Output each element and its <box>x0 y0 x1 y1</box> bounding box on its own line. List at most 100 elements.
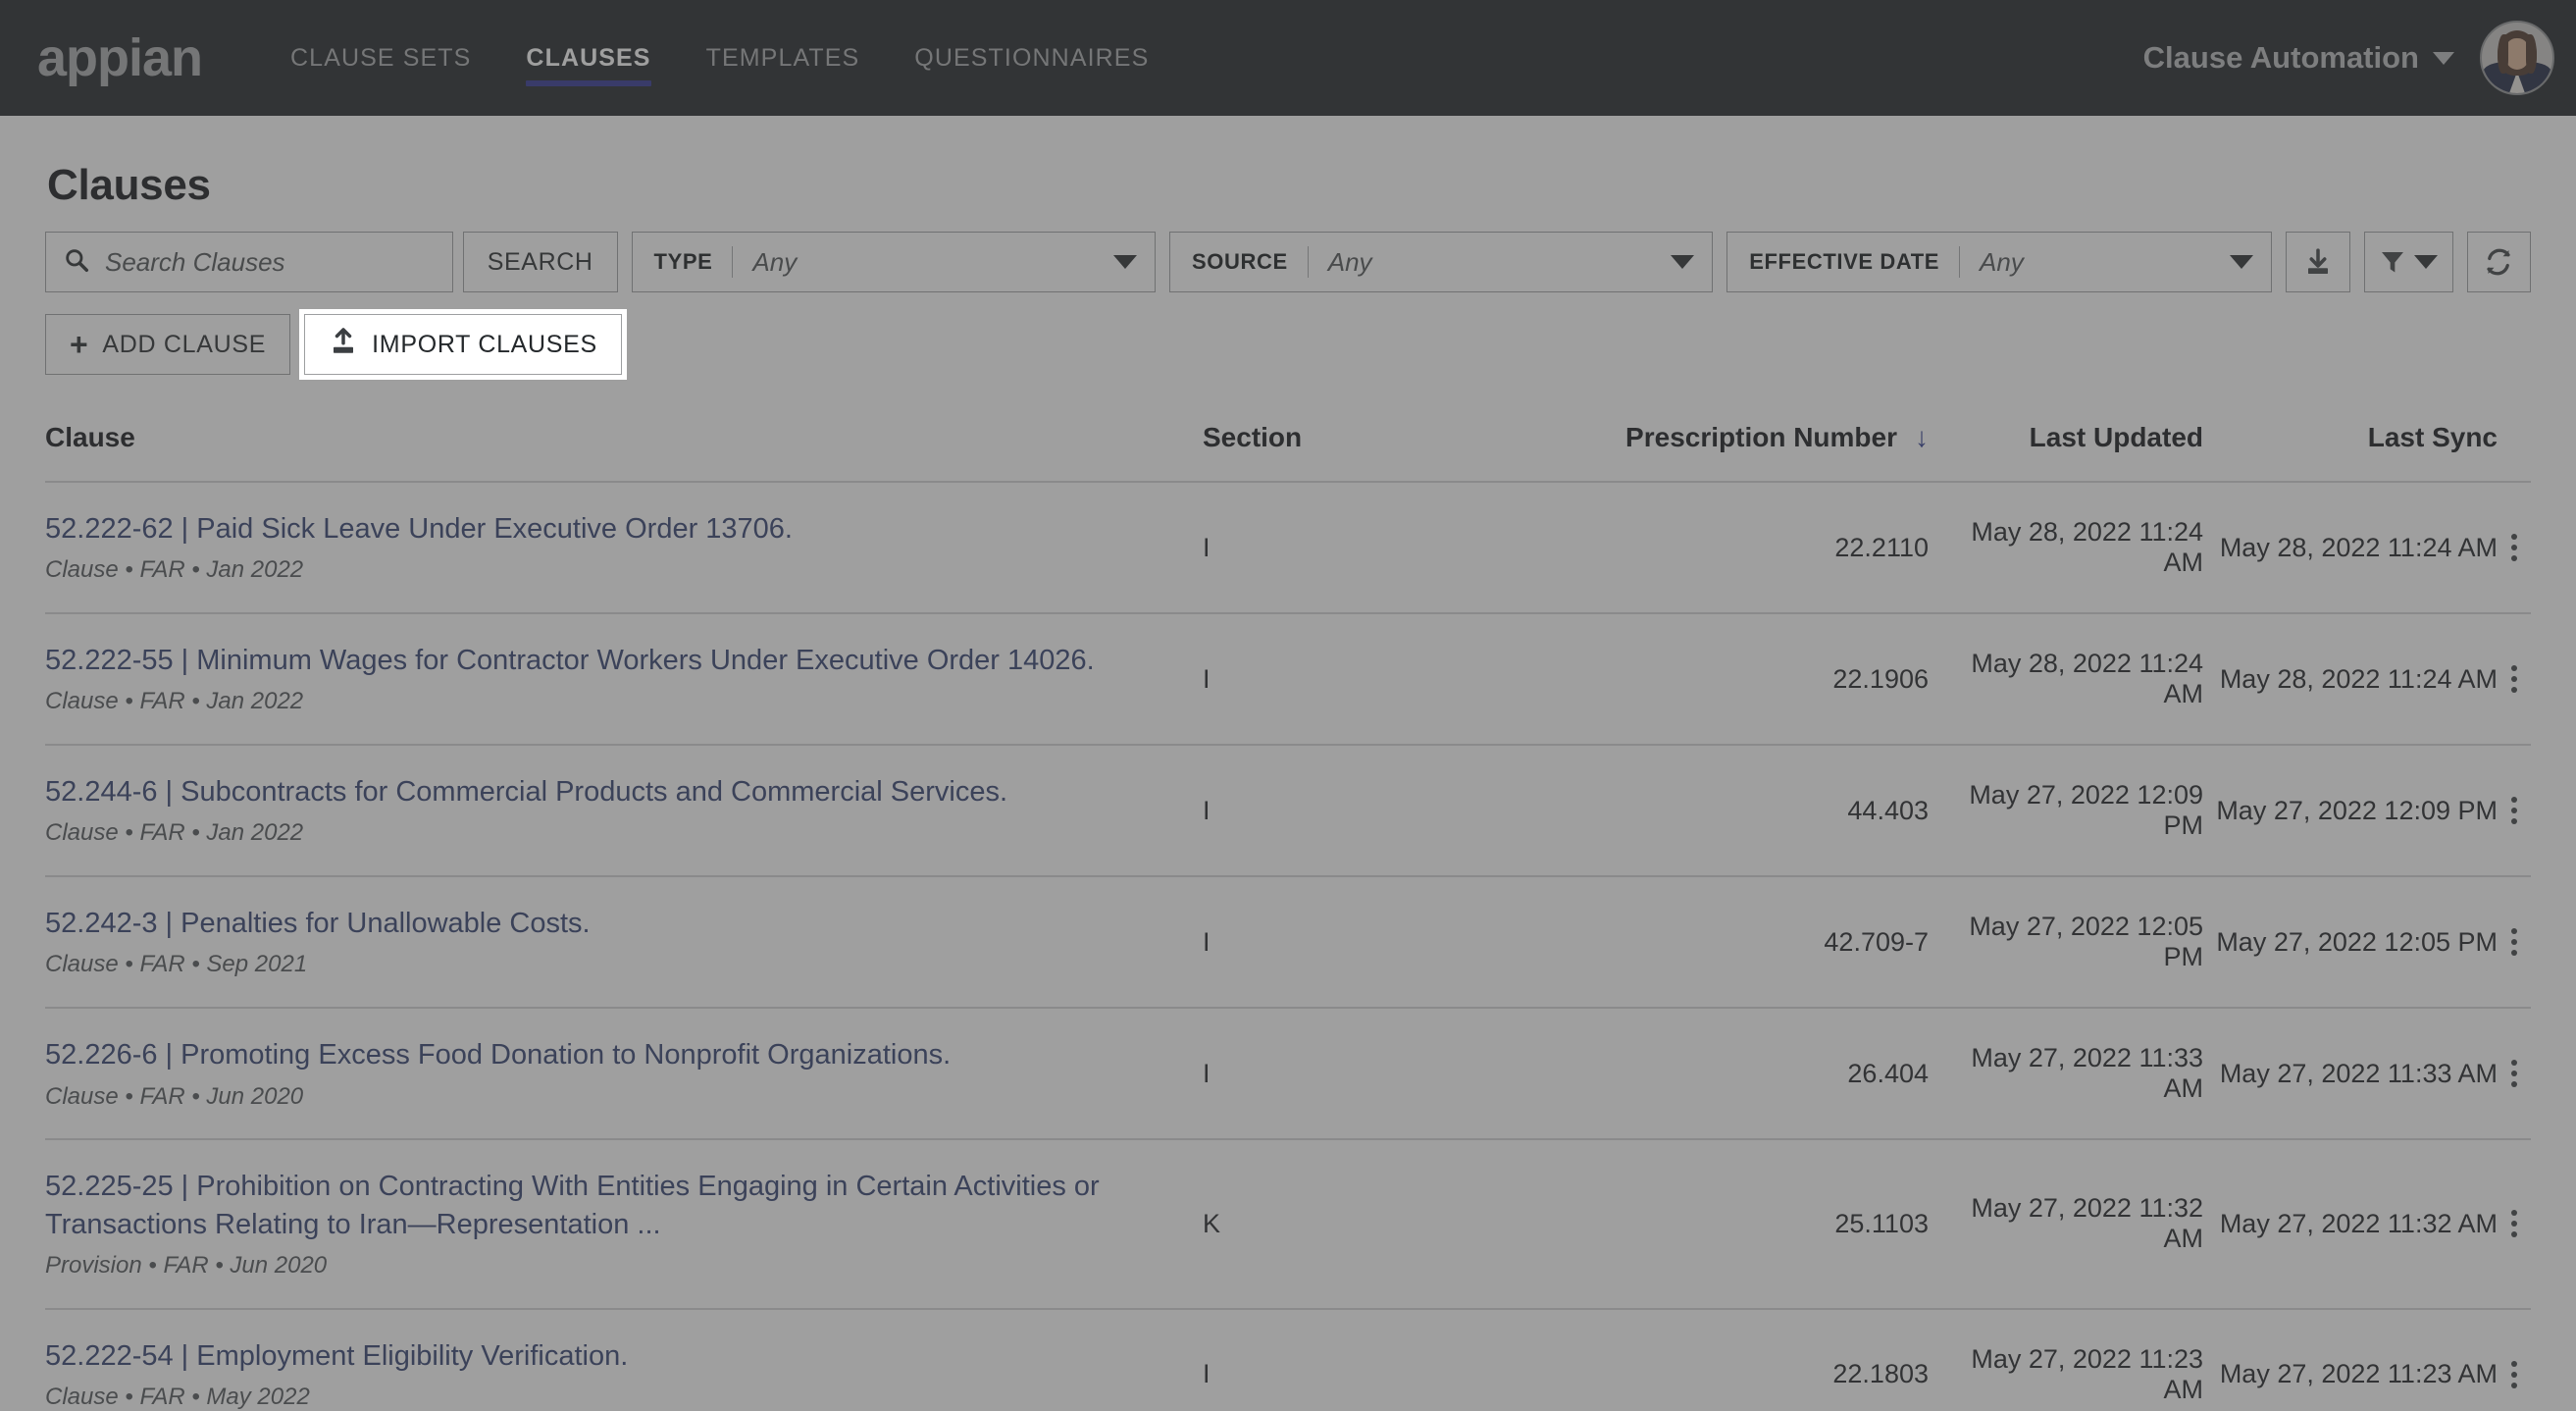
clause-title-link[interactable]: 52.222-55 | Minimum Wages for Contractor… <box>45 642 1203 679</box>
cell-actions <box>2498 482 2531 615</box>
cell-section: I <box>1203 1308 1517 1411</box>
cell-actions <box>2498 876 2531 1010</box>
filter-bar: SEARCH TYPE Any SOURCE Any <box>45 232 2531 292</box>
main-content: Clauses SEARCH TYPE Any <box>0 161 2576 1411</box>
cell-prescription-number: 22.2110 <box>1517 482 1929 615</box>
column-header-last-sync[interactable]: Last Sync <box>2203 410 2498 483</box>
table-header-row: Clause Section Prescription Number ↓ Las… <box>45 410 2531 483</box>
column-header-section[interactable]: Section <box>1203 410 1517 483</box>
caret-down-icon <box>2230 255 2254 269</box>
source-filter-value: Any <box>1327 246 1372 277</box>
cell-section: I <box>1203 613 1517 747</box>
cell-last-sync: May 27, 2022 11:32 AM <box>2203 1139 2498 1310</box>
cell-clause: 52.222-54 | Employment Eligibility Verif… <box>45 1308 1203 1411</box>
clause-title-link[interactable]: 52.226-6 | Promoting Excess Food Donatio… <box>45 1036 1203 1073</box>
filter-button[interactable] <box>2363 232 2453 292</box>
kebab-menu-icon[interactable] <box>2498 1054 2531 1093</box>
table-body: 52.222-62 | Paid Sick Leave Under Execut… <box>45 482 2531 1411</box>
type-filter-dropdown[interactable]: TYPE Any <box>631 232 1156 292</box>
cell-last-sync: May 27, 2022 12:09 PM <box>2203 745 2498 878</box>
main-nav: CLAUSE SETS CLAUSES TEMPLATES QUESTIONNA… <box>263 0 1176 116</box>
cell-last-sync: May 27, 2022 11:33 AM <box>2203 1008 2498 1141</box>
cell-actions <box>2498 1008 2531 1141</box>
table-row[interactable]: 52.244-6 | Subcontracts for Commercial P… <box>45 745 2531 878</box>
cell-last-sync: May 27, 2022 11:23 AM <box>2203 1308 2498 1411</box>
cell-prescription-number: 44.403 <box>1517 745 1929 878</box>
cell-section: I <box>1203 1008 1517 1141</box>
tenant-menu[interactable]: Clause Automation <box>2143 40 2454 76</box>
nav-item-clauses[interactable]: CLAUSES <box>498 0 678 116</box>
caret-down-icon <box>1113 255 1137 269</box>
search-field-wrapper[interactable] <box>45 232 453 292</box>
cell-section: I <box>1203 876 1517 1010</box>
kebab-menu-icon[interactable] <box>2498 659 2531 699</box>
source-filter-dropdown[interactable]: SOURCE Any <box>1169 232 1714 292</box>
refresh-button[interactable] <box>2466 232 2531 292</box>
kebab-menu-icon[interactable] <box>2498 1355 2531 1394</box>
refresh-icon <box>2484 247 2513 277</box>
kebab-menu-icon[interactable] <box>2498 1204 2531 1243</box>
divider <box>732 246 734 278</box>
app-window: appian CLAUSE SETS CLAUSES TEMPLATES QUE… <box>0 0 2576 1411</box>
type-filter-label: TYPE <box>653 249 713 274</box>
effective-date-filter-dropdown[interactable]: EFFECTIVE DATE Any <box>1726 232 2273 292</box>
arrow-down-icon: ↓ <box>1915 422 1929 452</box>
clause-meta: Clause • FAR • Jan 2022 <box>45 556 304 584</box>
search-button[interactable]: SEARCH <box>462 232 618 292</box>
nav-item-templates[interactable]: TEMPLATES <box>679 0 888 116</box>
column-header-clause[interactable]: Clause <box>45 410 1203 483</box>
cell-prescription-number: 42.709-7 <box>1517 876 1929 1010</box>
effective-date-filter-label: EFFECTIVE DATE <box>1749 249 1940 274</box>
clause-meta: Clause • FAR • May 2022 <box>45 1383 310 1410</box>
clause-meta: Clause • FAR • Jun 2020 <box>45 1082 304 1110</box>
search-input[interactable] <box>103 245 435 279</box>
cell-clause: 52.242-3 | Penalties for Unallowable Cos… <box>45 876 1203 1010</box>
kebab-menu-icon[interactable] <box>2498 528 2531 567</box>
clause-title-link[interactable]: 52.225-25 | Prohibition on Contracting W… <box>45 1168 1203 1243</box>
clause-title-link[interactable]: 52.242-3 | Penalties for Unallowable Cos… <box>45 905 1203 942</box>
cell-actions <box>2498 613 2531 747</box>
avatar[interactable] <box>2480 21 2554 95</box>
column-header-last-updated[interactable]: Last Updated <box>1929 410 2203 483</box>
plus-icon: + <box>70 327 89 362</box>
nav-item-questionnaires[interactable]: QUESTIONNAIRES <box>887 0 1176 116</box>
table-row[interactable]: 52.226-6 | Promoting Excess Food Donatio… <box>45 1008 2531 1141</box>
page-title: Clauses <box>47 161 211 209</box>
cell-prescription-number: 22.1906 <box>1517 613 1929 747</box>
column-header-actions <box>2498 410 2531 483</box>
table-row[interactable]: 52.222-55 | Minimum Wages for Contractor… <box>45 613 2531 747</box>
nav-item-clause-sets[interactable]: CLAUSE SETS <box>263 0 498 116</box>
avatar-hair-right-shape <box>2526 34 2537 74</box>
nav-item-clause-sets-label: CLAUSE SETS <box>290 43 472 72</box>
import-clauses-button[interactable]: IMPORT CLAUSES <box>299 309 627 380</box>
search-button-label: SEARCH <box>487 247 593 276</box>
clause-meta: Clause • FAR • Jan 2022 <box>45 688 304 715</box>
cell-prescription-number: 26.404 <box>1517 1008 1929 1141</box>
nav-item-clauses-label: CLAUSES <box>526 43 651 72</box>
cell-last-updated: May 27, 2022 11:32 AM <box>1929 1139 2203 1310</box>
kebab-menu-icon[interactable] <box>2498 791 2531 830</box>
clause-title-link[interactable]: 52.222-54 | Employment Eligibility Verif… <box>45 1337 1203 1375</box>
appian-logo[interactable]: appian <box>37 31 203 84</box>
divider <box>1959 246 1961 278</box>
cell-prescription-number: 25.1103 <box>1517 1139 1929 1310</box>
table-row[interactable]: 52.242-3 | Penalties for Unallowable Cos… <box>45 876 2531 1010</box>
cell-last-sync: May 27, 2022 12:05 PM <box>2203 876 2498 1010</box>
table-row[interactable]: 52.222-54 | Employment Eligibility Verif… <box>45 1308 2531 1411</box>
clause-title-link[interactable]: 52.222-62 | Paid Sick Leave Under Execut… <box>45 510 1203 548</box>
cell-section: K <box>1203 1139 1517 1310</box>
cell-clause: 52.244-6 | Subcontracts for Commercial P… <box>45 745 1203 878</box>
clause-title-link[interactable]: 52.244-6 | Subcontracts for Commercial P… <box>45 773 1203 810</box>
column-header-prescription-number[interactable]: Prescription Number ↓ <box>1517 410 1929 483</box>
add-clause-button[interactable]: + ADD CLAUSE <box>45 314 291 375</box>
type-filter-value: Any <box>752 246 798 277</box>
cell-last-updated: May 27, 2022 11:23 AM <box>1929 1308 2203 1411</box>
table-row[interactable]: 52.225-25 | Prohibition on Contracting W… <box>45 1139 2531 1310</box>
kebab-menu-icon[interactable] <box>2498 922 2531 962</box>
download-button[interactable] <box>2286 232 2350 292</box>
cell-last-updated: May 27, 2022 11:33 AM <box>1929 1008 2203 1141</box>
table-row[interactable]: 52.222-62 | Paid Sick Leave Under Execut… <box>45 482 2531 615</box>
divider <box>1307 246 1309 278</box>
cell-clause: 52.222-62 | Paid Sick Leave Under Execut… <box>45 482 1203 615</box>
cell-last-sync: May 28, 2022 11:24 AM <box>2203 482 2498 615</box>
